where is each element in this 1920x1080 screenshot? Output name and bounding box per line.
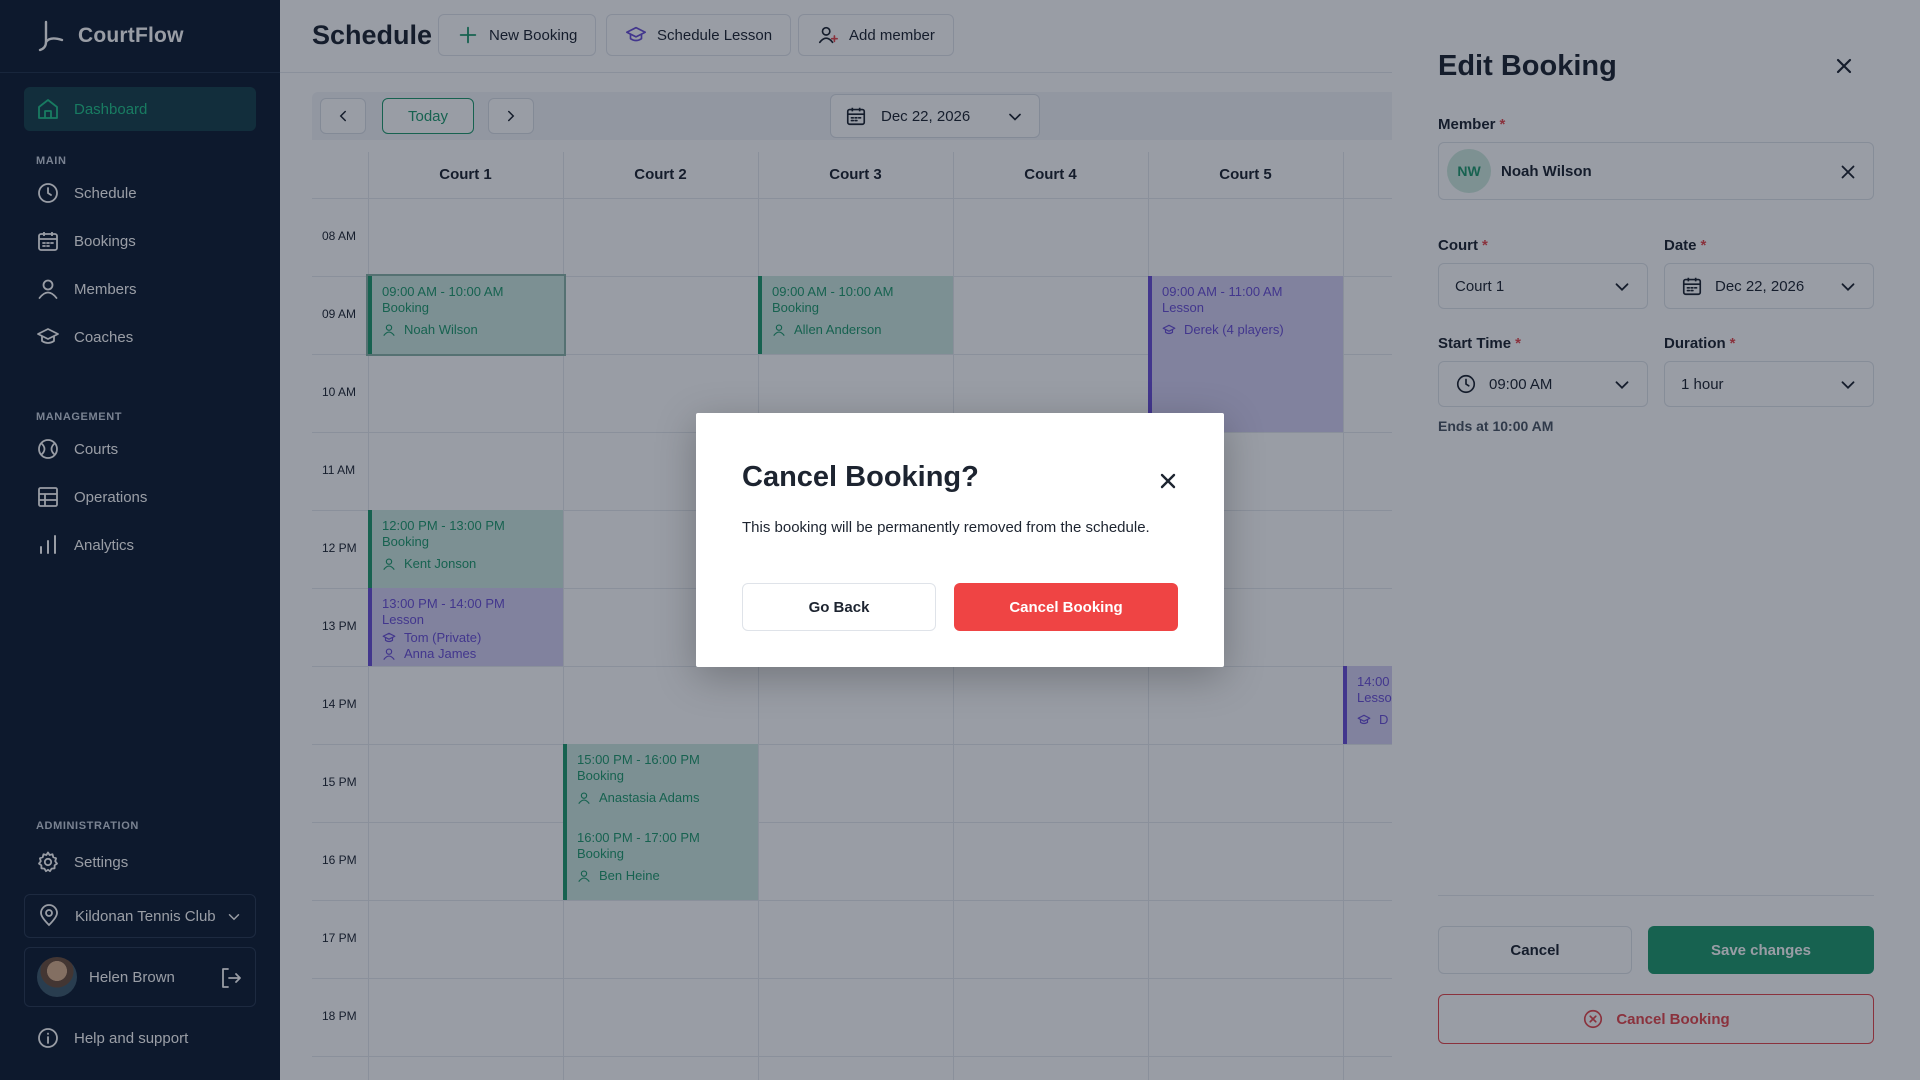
cancel-booking-dialog: Cancel Booking? This booking will be per… [696,413,1224,667]
close-icon[interactable] [1156,469,1180,493]
dialog-title: Cancel Booking? [742,461,979,493]
go-back-button[interactable]: Go Back [742,583,936,631]
dialog-message: This booking will be permanently removed… [742,519,1150,536]
confirm-cancel-booking-button[interactable]: Cancel Booking [954,583,1178,631]
